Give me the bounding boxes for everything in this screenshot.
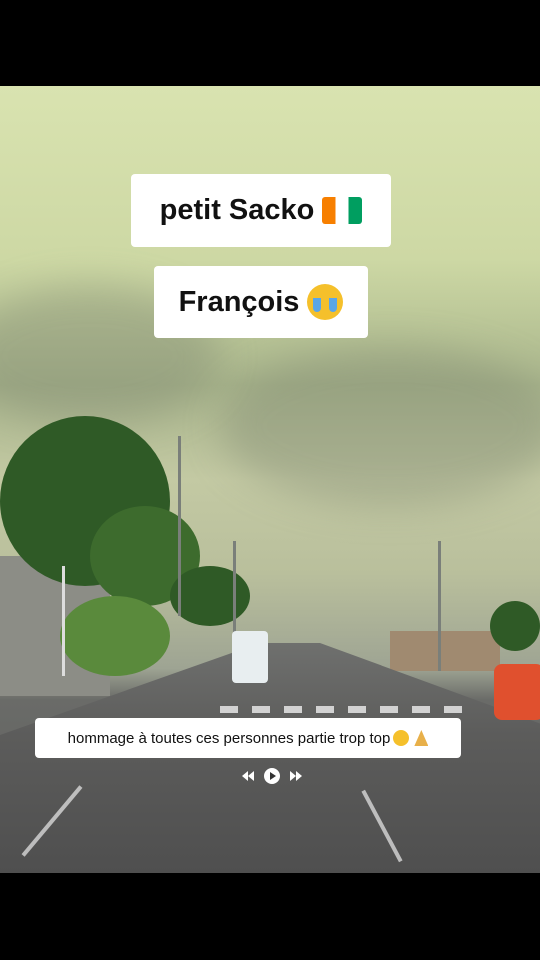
minibus — [232, 631, 268, 683]
crosswalk-stripe — [316, 706, 334, 713]
caption-text: hommage à toutes ces personnes partie tr… — [67, 729, 391, 747]
title-label-2: François — [154, 266, 368, 338]
caption-label: hommage à toutes ces personnes partie tr… — [35, 718, 461, 758]
sign-post — [62, 566, 65, 676]
crosswalk-stripe — [252, 706, 270, 713]
crosswalk-stripe — [380, 706, 398, 713]
street-light — [438, 541, 441, 671]
crosswalk-stripe — [348, 706, 366, 713]
play-button[interactable] — [264, 768, 280, 784]
top-letterbox — [0, 0, 540, 86]
crosswalk-stripe — [284, 706, 302, 713]
title-line-2: François — [178, 285, 300, 318]
crosswalk-stripe — [412, 706, 430, 713]
bush — [60, 596, 170, 676]
orange-car — [494, 664, 540, 720]
title-label-1: petit Sacko — [131, 174, 391, 247]
street-light — [178, 436, 181, 616]
rewind-icon[interactable] — [242, 771, 254, 781]
cloud — [220, 346, 540, 506]
tree — [490, 601, 540, 651]
bottom-letterbox — [0, 873, 540, 960]
playback-controls — [242, 766, 302, 786]
building — [390, 631, 500, 671]
tree — [170, 566, 250, 626]
loudly-crying-face-icon — [393, 730, 410, 746]
loudly-crying-face-icon — [307, 284, 344, 320]
folded-hands-icon — [414, 730, 429, 746]
crosswalk-stripe — [220, 706, 238, 713]
crosswalk-stripe — [444, 706, 462, 713]
ivory-coast-flag-icon — [322, 197, 363, 224]
title-line-1: petit Sacko — [159, 194, 315, 226]
fast-forward-icon[interactable] — [290, 771, 302, 781]
